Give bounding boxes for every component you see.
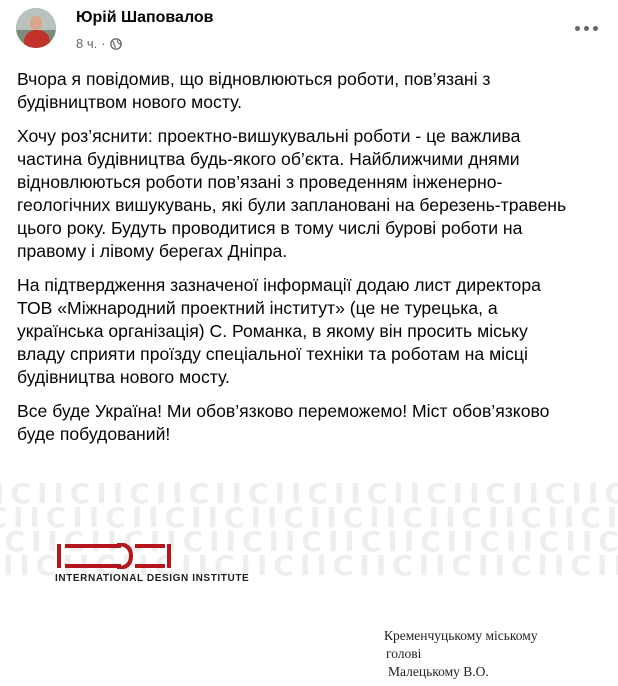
globe-icon[interactable]	[109, 37, 122, 50]
idi-logo	[55, 542, 175, 570]
post-header: Юрій Шаповалов 8 ч. ·	[16, 6, 606, 62]
post-time[interactable]: 8 ч.	[76, 36, 97, 51]
logo-caption: INTERNATIONAL DESIGN INSTITUTE	[55, 573, 250, 584]
addressee-line: Кременчуцькому міському	[384, 628, 538, 643]
post-text: Вчора я повідомив, що відновлюються робо…	[17, 68, 602, 457]
post-paragraph: Вчора я повідомив, що відновлюються робо…	[17, 69, 491, 112]
addressee-line: голові	[386, 646, 422, 661]
post-paragraph: На підтвердження зазначеної інформації д…	[17, 275, 541, 387]
more-options-icon[interactable]	[572, 14, 600, 42]
avatar[interactable]	[16, 8, 56, 48]
post-meta: 8 ч. ·	[76, 36, 122, 51]
attached-letter-image[interactable]: ICIICIICIICIICIICIICIICIICIICIICIICI ICI…	[0, 481, 618, 686]
post-paragraph: Все буде Україна! Ми обов’язково перемож…	[17, 401, 550, 444]
meta-separator: ·	[101, 36, 106, 51]
post-paragraph: Хочу роз’яснити: проектно-вишукувальні р…	[17, 126, 567, 261]
addressee-line: Малецькому В.О.	[388, 664, 489, 679]
author-name[interactable]: Юрій Шаповалов	[76, 9, 214, 27]
letter-addressee: Кременчуцькому міському голові Малецьком…	[384, 627, 538, 681]
